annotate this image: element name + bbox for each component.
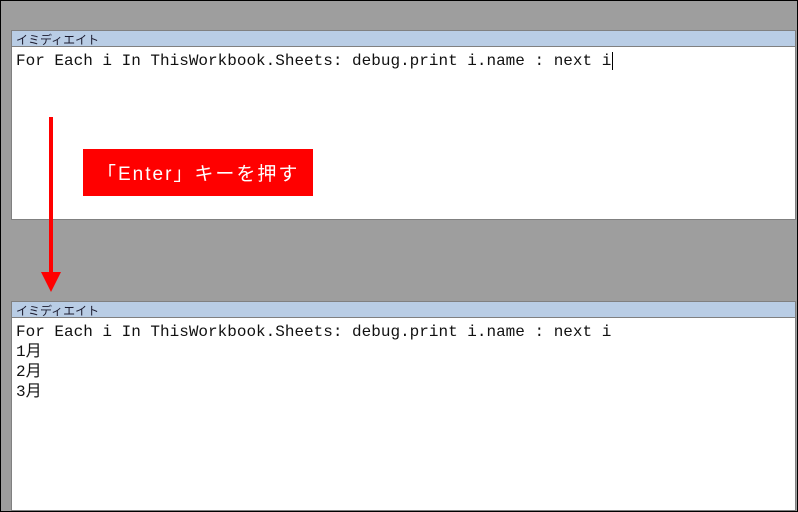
instruction-text: 「Enter」キーを押す: [97, 164, 299, 185]
immediate-window-content[interactable]: For Each i In ThisWorkbook.Sheets: debug…: [12, 318, 795, 510]
immediate-window-titlebar: イミディエイト: [12, 302, 795, 318]
output-line: 3月: [16, 383, 42, 401]
code-line: For Each i In ThisWorkbook.Sheets: debug…: [16, 52, 611, 70]
immediate-window-title: イミディエイト: [16, 33, 99, 47]
immediate-window-title: イミディエイト: [16, 304, 99, 318]
immediate-window-after: イミディエイト For Each i In ThisWorkbook.Sheet…: [11, 301, 796, 511]
left-gutter: [1, 1, 11, 511]
instruction-callout: 「Enter」キーを押す: [83, 149, 313, 196]
code-line: For Each i In ThisWorkbook.Sheets: debug…: [16, 323, 611, 341]
output-line: 2月: [16, 363, 42, 381]
text-cursor: ​: [612, 52, 613, 70]
output-line: 1月: [16, 343, 42, 361]
screenshot-root: イミディエイト For Each i In ThisWorkbook.Sheet…: [0, 0, 798, 512]
immediate-window-titlebar: イミディエイト: [12, 31, 795, 47]
